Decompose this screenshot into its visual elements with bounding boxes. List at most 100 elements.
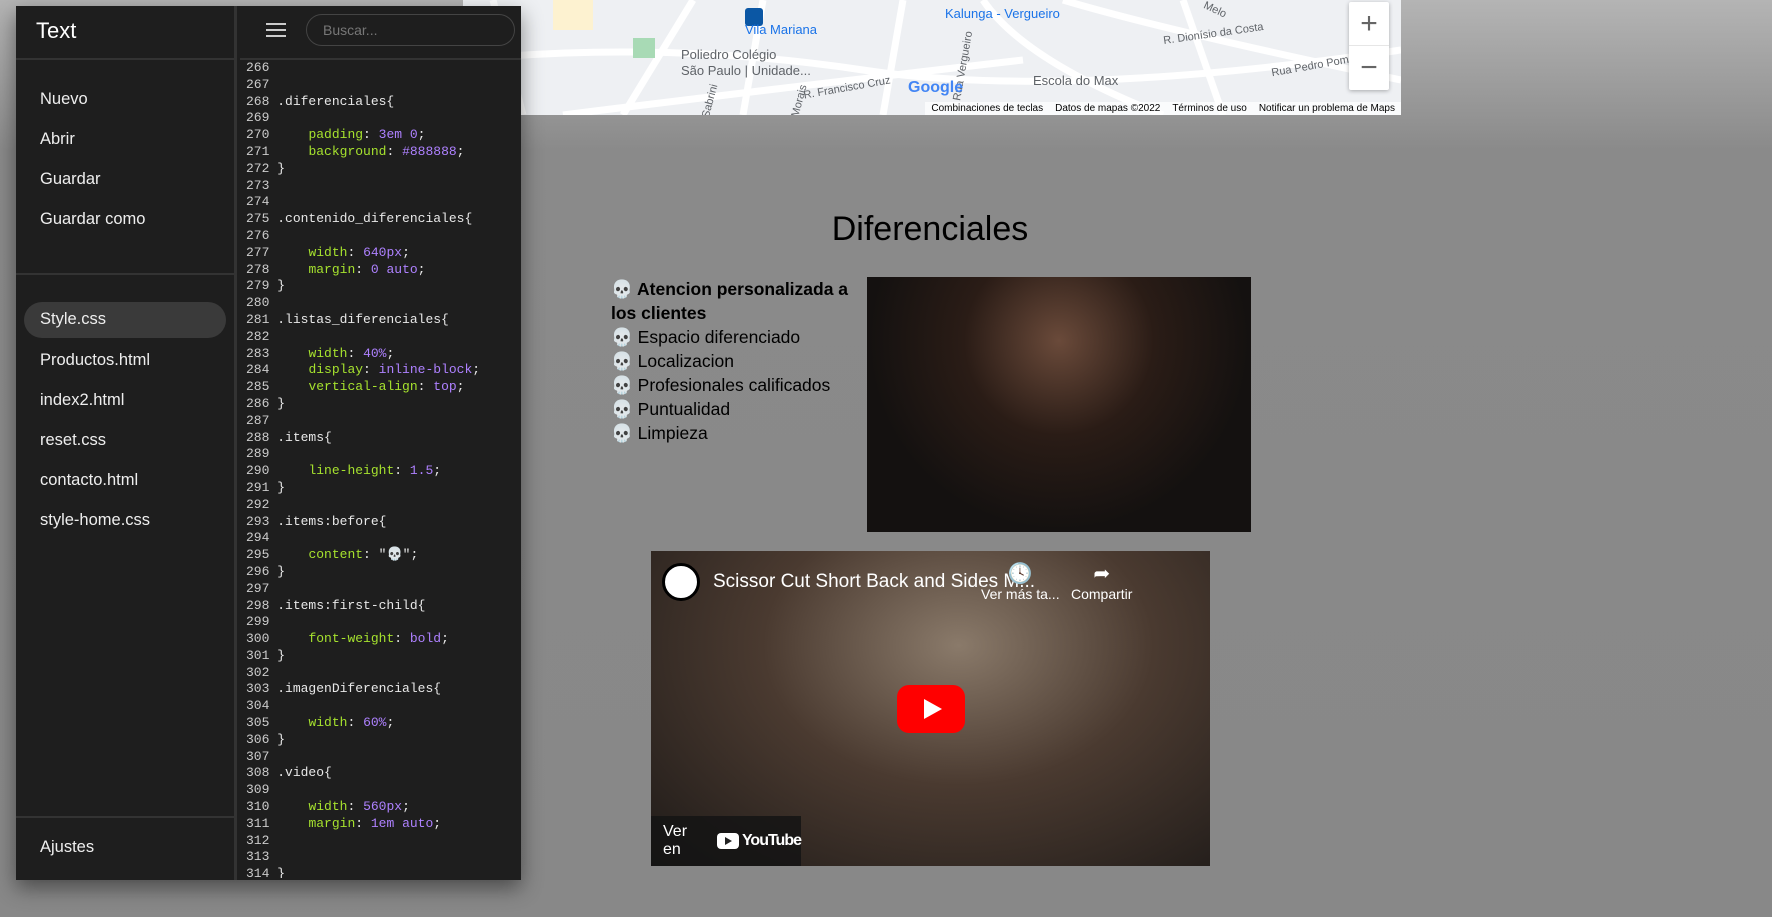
settings-button[interactable]: Ajustes <box>16 816 234 880</box>
line-number: 278 <box>246 261 278 277</box>
line-number: 288 <box>246 429 278 445</box>
watch-on-youtube-button[interactable]: Ver en YouTube <box>651 816 802 866</box>
line-number: 277 <box>246 244 278 260</box>
watch-later-button[interactable]: 🕓 Ver más ta... <box>981 561 1060 602</box>
file-item[interactable]: Style.css <box>24 302 226 338</box>
line-number: 286 <box>246 395 278 411</box>
share-button[interactable]: ➦ Compartir <box>1071 561 1132 602</box>
code-line: 275 .contenido_diferenciales{ <box>246 211 521 228</box>
code-line: 303 .imagenDiferenciales{ <box>246 681 521 698</box>
line-number: 270 <box>246 127 278 143</box>
menu-item-nuevo[interactable]: Nuevo <box>16 81 234 121</box>
list-item: 💀 Puntualidad <box>611 397 856 421</box>
code-line: 307 <box>246 749 521 766</box>
code-line: 296 } <box>246 564 521 581</box>
zoom-out-button[interactable]: − <box>1349 46 1389 90</box>
line-number: 305 <box>246 715 278 731</box>
map-data-text: Datos de mapas ©2022 <box>1055 103 1161 114</box>
code-text: line-height: 1.5; <box>308 463 442 479</box>
code-line: 287 <box>246 413 521 430</box>
app-title: Text <box>16 6 234 60</box>
code-line: 293 .items:before{ <box>246 514 521 531</box>
line-number: 294 <box>246 530 278 546</box>
youtube-embed[interactable]: Scissor Cut Short Back and Sides M... 🕓 … <box>651 551 1210 866</box>
play-button[interactable] <box>897 685 965 733</box>
code-area[interactable]: 266 267 268 .diferenciales{269 270 paddi… <box>240 60 521 878</box>
code-line: 300 font-weight: bold; <box>246 631 521 648</box>
line-number: 292 <box>246 496 278 512</box>
editor-main: 266 267 268 .diferenciales{269 270 paddi… <box>240 6 521 880</box>
code-text: .items:first-child{ <box>277 597 426 613</box>
watch-later-label: Ver más ta... <box>981 586 1060 602</box>
map-label: Escola do Max <box>1033 73 1119 88</box>
menu-item-guardar-como[interactable]: Guardar como <box>16 201 234 241</box>
google-logo: Google <box>908 79 964 96</box>
clock-icon: 🕓 <box>1007 563 1033 585</box>
code-line: 314 } <box>246 866 521 878</box>
barber-photo <box>867 277 1251 532</box>
code-line: 284 display: inline-block; <box>246 362 521 379</box>
code-text: font-weight: bold; <box>308 631 449 647</box>
line-number: 282 <box>246 328 278 344</box>
file-item[interactable]: Productos.html <box>24 342 226 382</box>
line-number: 306 <box>246 731 278 747</box>
line-number: 313 <box>246 849 278 865</box>
code-line: 312 <box>246 833 521 850</box>
search-input[interactable] <box>306 14 515 46</box>
file-item[interactable]: style-home.css <box>24 502 226 542</box>
line-number: 301 <box>246 647 278 663</box>
zoom-in-button[interactable]: + <box>1349 2 1389 46</box>
line-number: 295 <box>246 547 278 563</box>
file-item[interactable]: index2.html <box>24 382 226 422</box>
hamburger-menu-icon[interactable] <box>266 23 286 39</box>
terms-link[interactable]: Términos de uso <box>1172 103 1246 114</box>
line-number: 268 <box>246 93 278 109</box>
youtube-wordmark: YouTube <box>741 832 802 849</box>
code-line: 283 width: 40%; <box>246 346 521 363</box>
map-label: São Paulo | Unidade... <box>681 63 811 78</box>
line-number: 311 <box>246 815 278 831</box>
menu-item-abrir[interactable]: Abrir <box>16 121 234 161</box>
code-line: 279 } <box>246 278 521 295</box>
code-text: vertical-align: top; <box>308 379 465 395</box>
line-number: 279 <box>246 278 278 294</box>
list-item-text: Atencion personalizada a los clientes <box>611 279 849 323</box>
line-number: 302 <box>246 664 278 680</box>
code-text: background: #888888; <box>308 143 465 159</box>
skull-icon: 💀 <box>611 279 633 299</box>
youtube-play-icon <box>716 833 739 849</box>
code-line: 294 <box>246 530 521 547</box>
file-item[interactable]: contacto.html <box>24 462 226 502</box>
map-zoom-controls: + − <box>1349 2 1389 90</box>
skull-icon: 💀 <box>611 423 633 443</box>
code-line: 310 width: 560px; <box>246 799 521 816</box>
code-line: 311 margin: 1em auto; <box>246 816 521 833</box>
open-files-list: Style.css Productos.html index2.html reset.… <box>16 275 234 542</box>
code-line: 290 line-height: 1.5; <box>246 463 521 480</box>
line-number: 267 <box>246 76 278 92</box>
code-text: .video{ <box>277 765 332 781</box>
line-number: 284 <box>246 362 278 378</box>
line-number: 285 <box>246 379 278 395</box>
diferenciales-list: 💀 Atencion personalizada a los clientes 💀… <box>611 277 856 445</box>
menu-item-guardar[interactable]: Guardar <box>16 161 234 201</box>
line-number: 310 <box>246 799 278 815</box>
code-text: display: inline-block; <box>308 362 481 378</box>
code-text: } <box>277 563 286 579</box>
code-text: } <box>277 278 286 294</box>
line-number: 297 <box>246 580 278 596</box>
skull-icon: 💀 <box>611 375 633 395</box>
line-number: 304 <box>246 698 278 714</box>
code-text: .items{ <box>277 429 332 445</box>
code-line: 282 <box>246 329 521 346</box>
file-item[interactable]: reset.css <box>24 422 226 462</box>
editor-toolbar <box>240 6 521 60</box>
google-map[interactable]: Vila Mariana Kalunga - Vergueiro Poliedr… <box>463 0 1401 115</box>
keyboard-shortcuts-link[interactable]: Combinaciones de teclas <box>931 103 1043 114</box>
code-text: padding: 3em 0; <box>308 127 426 143</box>
list-item: 💀 Limpieza <box>611 421 856 445</box>
report-problem-link[interactable]: Notificar un problema de Maps <box>1259 103 1395 114</box>
map-attribution: Combinaciones de teclas Datos de mapas ©… <box>925 102 1401 115</box>
channel-avatar[interactable] <box>662 563 700 601</box>
code-line: 272 } <box>246 161 521 178</box>
